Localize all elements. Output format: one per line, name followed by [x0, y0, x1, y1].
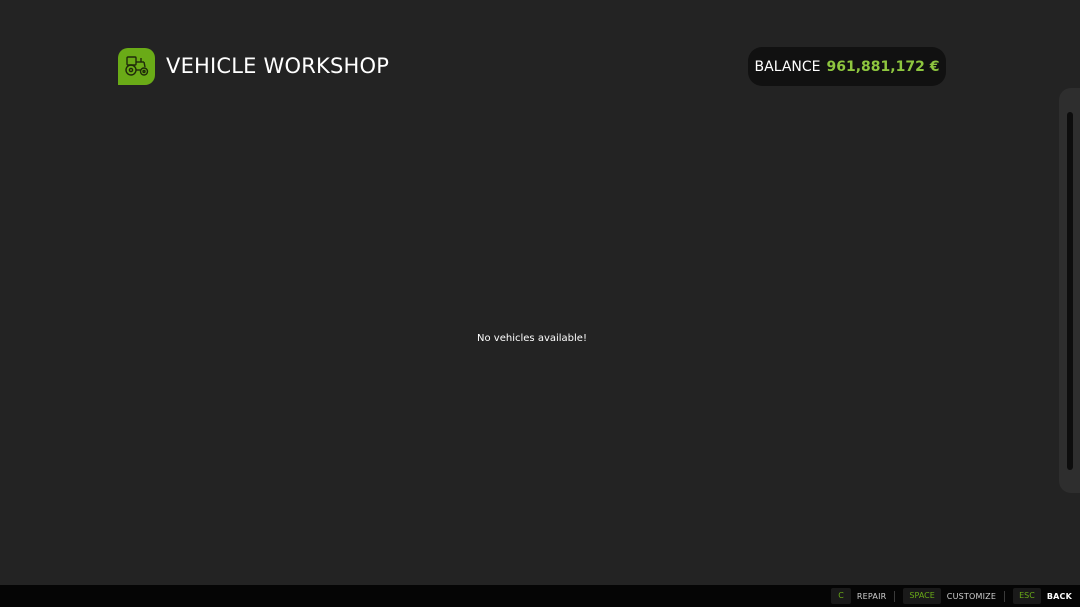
tractor-icon	[118, 47, 155, 85]
balance-value: 961,881,172 €	[826, 58, 940, 75]
repair-key-hint: C	[831, 588, 851, 604]
page-title: VEHICLE WORKSHOP	[166, 54, 390, 78]
header: VEHICLE WORKSHOP	[118, 47, 389, 85]
back-action[interactable]: ESC BACK	[1013, 585, 1072, 607]
back-label: BACK	[1046, 591, 1072, 601]
balance-label: BALANCE	[754, 58, 821, 75]
back-key-hint: ESC	[1013, 588, 1041, 604]
scrollbar-track[interactable]	[1067, 112, 1073, 470]
balance-display: BALANCE 961,881,172 €	[748, 47, 946, 86]
divider	[894, 590, 896, 602]
customize-key-hint: SPACE	[903, 588, 941, 604]
divider	[1004, 590, 1006, 602]
repair-label: REPAIR	[856, 591, 887, 601]
workshop-screen: VEHICLE WORKSHOP BALANCE 961,881,172 € N…	[0, 0, 1080, 607]
scrollbar[interactable]	[1059, 88, 1080, 493]
customize-label: CUSTOMIZE	[946, 591, 997, 601]
customize-action[interactable]: SPACE CUSTOMIZE	[903, 585, 996, 607]
footer-bar: C REPAIR SPACE CUSTOMIZE ESC BACK	[0, 585, 1080, 607]
empty-message: No vehicles available!	[477, 333, 587, 344]
repair-action[interactable]: C REPAIR	[831, 585, 886, 607]
footer-actions: C REPAIR SPACE CUSTOMIZE ESC BACK	[831, 585, 1072, 607]
